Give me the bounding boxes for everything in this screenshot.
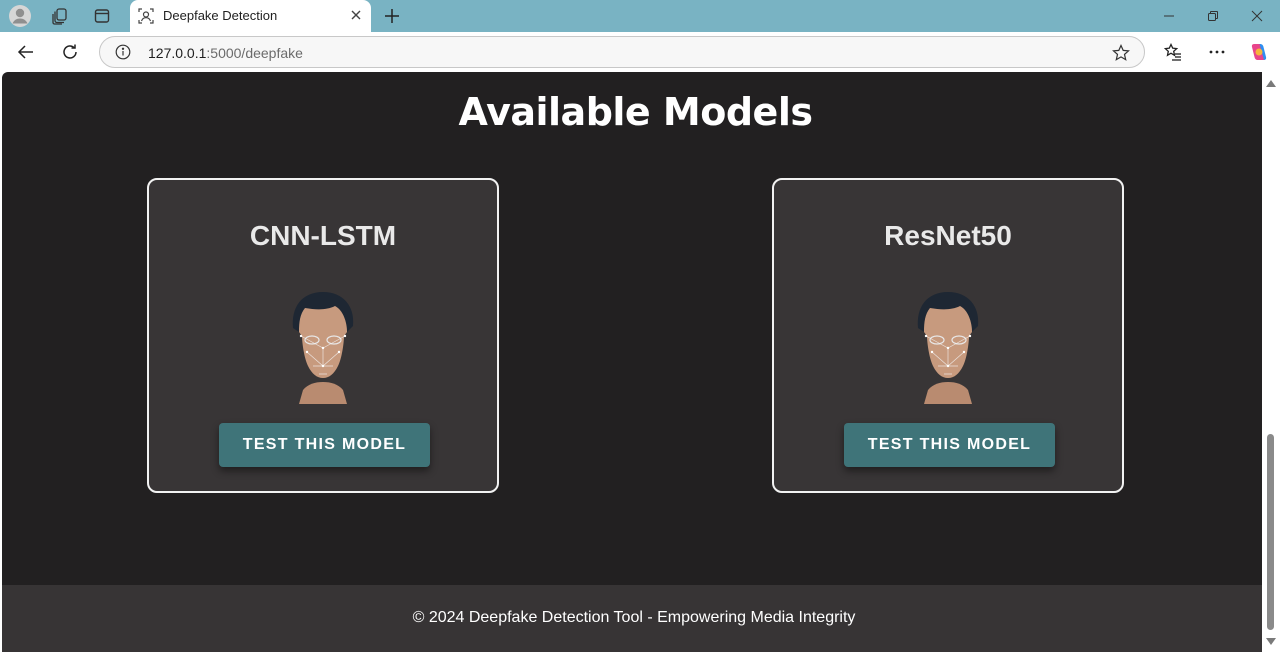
- model-name: CNN-LSTM: [249, 220, 397, 251]
- back-arrow-icon: [17, 45, 33, 59]
- url-host: 127.0.0.1: [148, 45, 207, 61]
- vertical-scrollbar[interactable]: [1262, 72, 1280, 652]
- profile-button[interactable]: [6, 3, 34, 29]
- restore-icon: [1208, 11, 1218, 21]
- minimize-icon: [1164, 15, 1174, 17]
- model-name: ResNet50: [884, 220, 1012, 251]
- back-button[interactable]: [10, 36, 42, 68]
- page-footer: © 2024 Deepfake Detection Tool - Empower…: [2, 585, 1262, 652]
- close-window-button[interactable]: [1234, 0, 1280, 32]
- close-icon: [1251, 10, 1263, 22]
- scroll-up-arrow-icon[interactable]: [1266, 80, 1276, 87]
- tab-deepfake-detection[interactable]: Deepfake Detection: [130, 0, 371, 32]
- minimize-button[interactable]: [1146, 0, 1192, 32]
- new-tab-button[interactable]: [380, 3, 404, 29]
- more-dots-icon: [1209, 50, 1225, 54]
- address-bar[interactable]: 127.0.0.1:5000/deepfake: [99, 36, 1145, 68]
- test-model-button[interactable]: TEST THIS MODEL: [219, 423, 430, 467]
- refresh-icon: [63, 44, 77, 59]
- scrollbar-thumb[interactable]: [1267, 434, 1274, 630]
- copilot-button[interactable]: [1243, 36, 1275, 68]
- restore-button[interactable]: [1190, 0, 1236, 32]
- close-tab-icon[interactable]: [349, 8, 363, 22]
- vertical-tabs-icon: [94, 9, 110, 23]
- model-card-cnn-lstm: CNN-LSTM TEST THIS MODEL: [147, 178, 499, 493]
- scroll-down-arrow-icon[interactable]: [1266, 638, 1276, 645]
- refresh-button[interactable]: [54, 36, 86, 68]
- tab-title: Deepfake Detection: [163, 8, 278, 23]
- model-card-resnet50: ResNet50 TEST THIS MODEL: [772, 178, 1124, 493]
- favorite-star-icon[interactable]: [1112, 44, 1130, 62]
- footer-text: © 2024 Deepfake Detection Tool - Empower…: [412, 609, 856, 626]
- face-scan-image: [917, 292, 979, 404]
- settings-more-button[interactable]: [1201, 36, 1233, 68]
- copilot-icon: [1251, 44, 1267, 60]
- browser-toolbar: 127.0.0.1:5000/deepfake: [0, 32, 1280, 72]
- plus-icon: [385, 9, 399, 23]
- tab-actions-button[interactable]: [88, 3, 116, 29]
- profile-icon: [9, 5, 31, 27]
- info-icon[interactable]: [115, 44, 131, 60]
- workspaces-icon: [52, 8, 67, 25]
- tab-strip: Deepfake Detection: [0, 0, 1280, 32]
- workspaces-button[interactable]: [46, 3, 74, 29]
- face-scan-icon: [138, 8, 154, 24]
- url-path: :5000/deepfake: [206, 45, 303, 61]
- favorites-list-icon: [1164, 43, 1181, 61]
- page-viewport: Available Models CNN-LSTM TEST THIS MODE…: [2, 72, 1262, 652]
- favorites-button[interactable]: [1157, 36, 1189, 68]
- test-model-button[interactable]: TEST THIS MODEL: [844, 423, 1055, 467]
- url-text: 127.0.0.1:5000/deepfake: [148, 45, 303, 61]
- face-scan-image: [292, 292, 354, 404]
- page-title: Available Models: [458, 90, 813, 134]
